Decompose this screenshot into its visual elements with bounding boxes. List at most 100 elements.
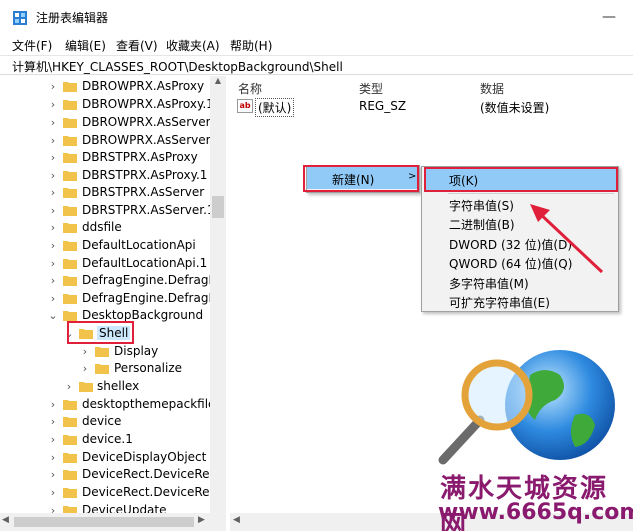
- chevron-right-icon[interactable]: ›: [48, 415, 58, 429]
- folder-icon: [63, 171, 77, 181]
- menu-view[interactable]: 查看(V): [116, 37, 158, 54]
- folder-icon: [63, 435, 77, 445]
- scroll-left-arrow-icon[interactable]: ◀: [233, 515, 240, 525]
- magnifier-globe-icon: [438, 350, 615, 465]
- folder-icon: [63, 417, 77, 427]
- tree-item-label: DBROWPRX.AsProxy.1: [82, 97, 214, 111]
- chevron-right-icon[interactable]: ›: [48, 239, 58, 253]
- tree-item-label: DBRSTPRX.AsProxy: [82, 150, 198, 164]
- address-path[interactable]: 计算机\HKEY_CLASSES_ROOT\DesktopBackground\…: [12, 58, 343, 75]
- chevron-right-icon[interactable]: ›: [48, 398, 58, 412]
- shell-annotation-box: [67, 321, 134, 344]
- submenu-binary-value[interactable]: 二进制值(B): [449, 216, 515, 233]
- tree-item[interactable]: › DefragEngine.DefragEngine.1: [0, 290, 225, 308]
- tree-item[interactable]: › device: [0, 413, 210, 431]
- chevron-right-icon[interactable]: ›: [48, 257, 58, 271]
- column-header-name[interactable]: 名称: [238, 80, 262, 97]
- title-bar: 注册表编辑器 —: [0, 0, 633, 34]
- tree-item[interactable]: › shellex: [0, 378, 210, 396]
- chevron-right-icon[interactable]: ›: [48, 80, 58, 94]
- tree-item-label: DesktopBackground: [82, 308, 204, 322]
- chevron-right-icon[interactable]: ›: [48, 292, 58, 306]
- chevron-right-icon[interactable]: ›: [48, 98, 58, 112]
- tree-item[interactable]: › DBRSTPRX.AsServer: [0, 184, 210, 202]
- tree-item[interactable]: › DefaultLocationApi: [0, 237, 210, 255]
- column-header-data[interactable]: 数据: [480, 80, 504, 97]
- column-header-type[interactable]: 类型: [359, 80, 383, 97]
- chevron-right-icon[interactable]: ›: [48, 186, 58, 200]
- folder-icon: [63, 188, 77, 198]
- tree-item-label: shellex: [97, 379, 140, 393]
- folder-icon: [63, 276, 77, 286]
- tree-item[interactable]: › DBRSTPRX.AsProxy.1: [0, 167, 210, 185]
- tree-item[interactable]: › DBROWPRX.AsServer: [0, 114, 211, 132]
- address-bar[interactable]: 计算机\HKEY_CLASSES_ROOT\DesktopBackground\…: [0, 55, 633, 75]
- chevron-right-icon[interactable]: ›: [48, 433, 58, 447]
- chevron-right-icon[interactable]: ›: [80, 362, 90, 376]
- tree-item-label: DefaultLocationApi.1: [82, 256, 208, 270]
- submenu-string-value[interactable]: 字符串值(S): [449, 197, 514, 214]
- tree-item-label: DeviceDisplayObject: [82, 450, 207, 464]
- chevron-right-icon[interactable]: ›: [48, 486, 58, 500]
- tree-item[interactable]: › Display: [0, 343, 210, 361]
- minimize-button[interactable]: —: [597, 6, 621, 28]
- submenu-separator: [448, 193, 614, 194]
- value-name[interactable]: (默认): [255, 98, 295, 117]
- menu-favorites[interactable]: 收藏夹(A): [166, 37, 220, 54]
- chevron-right-icon[interactable]: ›: [48, 116, 58, 130]
- menu-edit[interactable]: 编辑(E): [65, 37, 106, 54]
- chevron-right-icon[interactable]: ›: [48, 151, 58, 165]
- tree-item[interactable]: › DeviceRect.DeviceRect.1: [0, 484, 225, 502]
- chevron-right-icon[interactable]: ›: [48, 204, 58, 218]
- scroll-right-arrow-icon[interactable]: ▶: [198, 515, 205, 525]
- chevron-right-icon[interactable]: ›: [64, 380, 74, 394]
- regedit-icon: [13, 11, 27, 25]
- chevron-right-icon[interactable]: ›: [48, 134, 58, 148]
- scroll-left-arrow-icon[interactable]: ◀: [2, 515, 9, 525]
- chevron-right-icon[interactable]: ›: [48, 468, 58, 482]
- tree-item[interactable]: › DefaultLocationApi.1: [0, 255, 210, 273]
- folder-icon: [95, 364, 109, 374]
- chevron-right-icon[interactable]: ›: [48, 221, 58, 235]
- tree-item-label: Display: [114, 344, 159, 358]
- folder-icon: [63, 453, 77, 463]
- tree-item[interactable]: › DBROWPRX.AsProxy.1: [0, 96, 214, 114]
- tree-item[interactable]: › DefragEngine.DefragEngine: [0, 272, 225, 290]
- chevron-down-icon[interactable]: ⌄: [48, 309, 58, 323]
- submenu-expandable-string-value[interactable]: 可扩充字符串值(E): [449, 294, 550, 311]
- folder-icon: [63, 259, 77, 269]
- menu-file[interactable]: 文件(F): [12, 37, 52, 54]
- folder-icon: [63, 241, 77, 251]
- tree-item[interactable]: › device.1: [0, 431, 210, 449]
- tree-item[interactable]: › DBROWPRX.AsProxy: [0, 78, 210, 96]
- menu-help[interactable]: 帮助(H): [230, 37, 272, 54]
- window-title: 注册表编辑器: [36, 11, 109, 25]
- tree-item[interactable]: › DBROWPRX.AsServer.1: [0, 132, 221, 150]
- tree-item-label: DBRSTPRX.AsServer: [82, 185, 205, 199]
- tree-item[interactable]: › desktopthemepackfile: [0, 396, 216, 414]
- chevron-right-icon[interactable]: ›: [48, 274, 58, 288]
- tree-vertical-scrollbar[interactable]: [210, 76, 226, 517]
- menu-bar: 文件(F) 编辑(E) 查看(V) 收藏夹(A) 帮助(H): [0, 34, 633, 54]
- chevron-right-icon[interactable]: ›: [48, 451, 58, 465]
- tree-item-label: DBRSTPRX.AsServer.1: [82, 203, 215, 217]
- chevron-right-icon[interactable]: ›: [80, 345, 90, 359]
- red-arrow-icon: [530, 204, 604, 274]
- tree-item[interactable]: › Personalize: [0, 360, 210, 378]
- tree-item[interactable]: › DBRSTPRX.AsServer.1: [0, 202, 215, 220]
- folder-icon: [95, 347, 109, 357]
- tree-hscroll-thumb[interactable]: [14, 517, 194, 527]
- tree-item[interactable]: › DeviceRect.DeviceRect: [0, 466, 221, 484]
- tree-item[interactable]: › DeviceDisplayObject: [0, 449, 210, 467]
- submenu-multistring-value[interactable]: 多字符串值(M): [449, 275, 529, 292]
- tree-item-label: DBRSTPRX.AsProxy.1: [82, 168, 208, 182]
- tree-item-label: DefragEngine.DefragEngine: [82, 273, 225, 287]
- tree-item[interactable]: › DBRSTPRX.AsProxy: [0, 149, 210, 167]
- scroll-up-arrow-icon[interactable]: ▲: [210, 76, 226, 90]
- tree-item[interactable]: › ddsfile: [0, 219, 210, 237]
- chevron-right-icon[interactable]: ›: [48, 169, 58, 183]
- key-annotation-box: [424, 167, 618, 192]
- tree-scroll-thumb[interactable]: [212, 196, 224, 218]
- tree-item-label: device: [82, 414, 122, 428]
- key-tree: › DBROWPRX.AsProxy › DBROWPRX.AsProxy.1 …: [0, 76, 226, 517]
